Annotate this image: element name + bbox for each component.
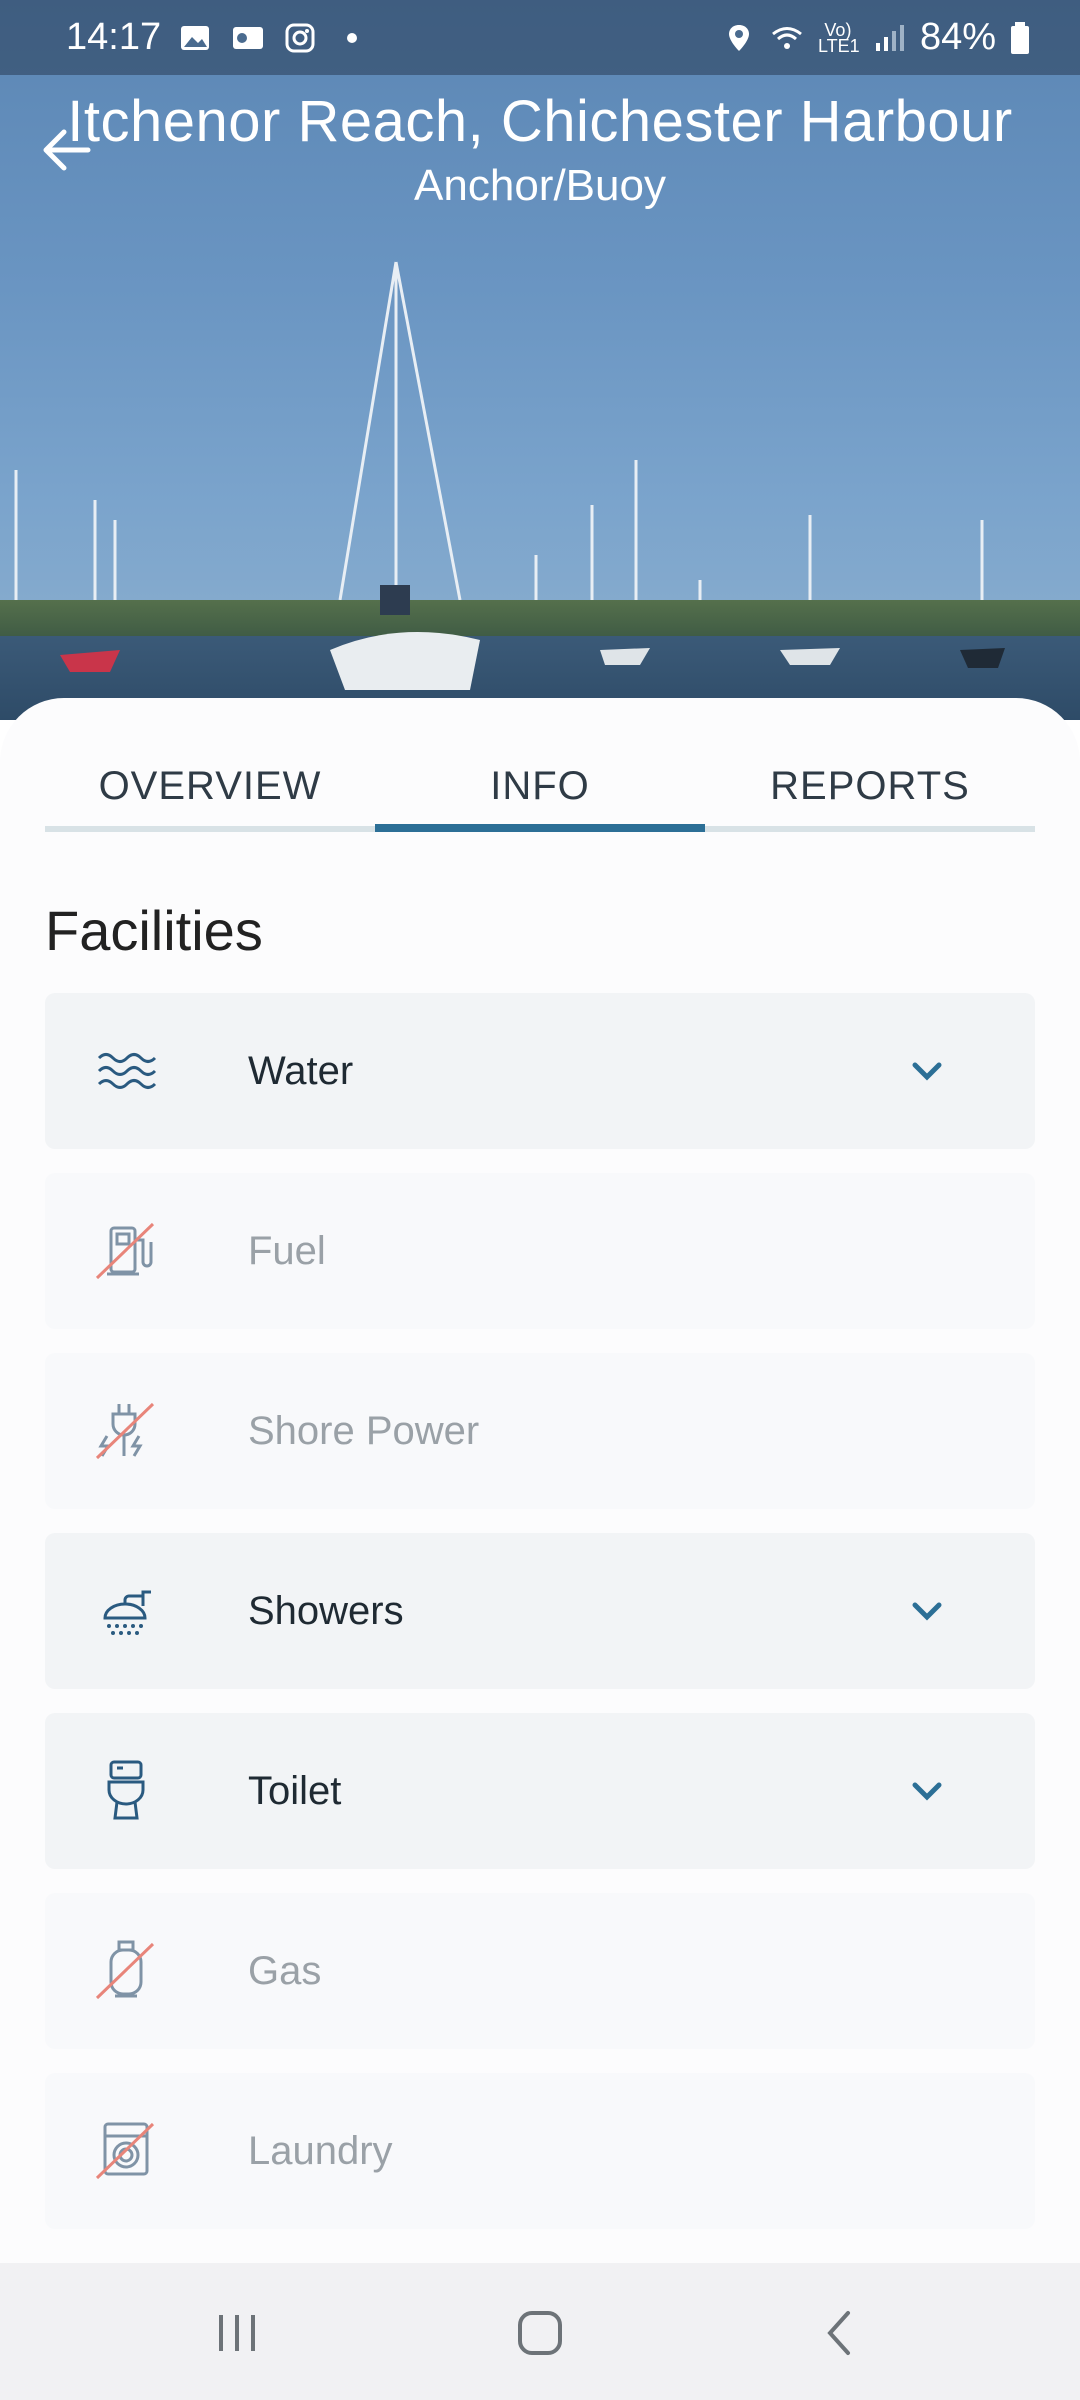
instagram-icon [285,23,315,52]
status-bar: 14:17 Vo) LTE1 84% [0,0,1080,75]
facility-shore-power: Shore Power [45,1353,1035,1509]
battery-icon [1011,21,1029,54]
home-icon[interactable] [510,2303,570,2363]
recent-apps-icon[interactable] [207,2303,267,2363]
dot-icon [347,32,358,43]
shore-power-icon [95,1402,155,1460]
facility-label: Water [248,1048,354,1093]
section-title: Facilities [45,899,263,962]
battery-percent: 84% [919,16,996,58]
facilities-list: Water Fuel Shore Power Showers Toilet Ga… [45,993,1035,2253]
location-type: Anchor/Buoy [414,161,666,210]
signal-icon [875,24,904,51]
network-type: Vo) LTE1 [817,19,860,56]
facility-laundry: Laundry [45,2073,1035,2229]
tab-reports[interactable]: REPORTS [705,728,1035,832]
facility-label: Gas [248,1948,322,1993]
outlook-icon [233,26,264,49]
facility-toilet[interactable]: Toilet [45,1713,1035,1869]
facility-gas: Gas [45,1893,1035,2049]
chevron-down-icon[interactable] [907,1771,947,1811]
facility-label: Shore Power [248,1408,480,1453]
facility-label: Fuel [248,1228,326,1273]
facility-fuel: Fuel [45,1173,1035,1329]
system-nav-bar [0,2263,1080,2400]
location-title: Itchenor Reach, Chichester Harbour [67,89,1013,154]
back-nav-icon[interactable] [810,2303,870,2363]
tab-overview[interactable]: OVERVIEW [45,728,375,832]
image-icon [181,25,210,50]
shower-icon [103,1590,151,1635]
facility-label: Toilet [248,1768,342,1813]
page-header: Itchenor Reach, Chichester Harbour Ancho… [0,88,1080,211]
facility-showers[interactable]: Showers [45,1533,1035,1689]
chevron-down-icon[interactable] [907,1591,947,1631]
tab-bar: OVERVIEW INFO REPORTS [45,728,1035,832]
tab-info[interactable]: INFO [375,728,705,832]
wifi-icon [772,26,802,49]
water-icon [97,1053,157,1089]
facility-water[interactable]: Water [45,993,1035,1149]
facility-label: Showers [248,1588,404,1633]
fuel-pump-icon [95,1222,155,1280]
location-icon [728,24,749,51]
clock: 14:17 [66,16,162,58]
content-panel: OVERVIEW INFO REPORTS Facilities Water F… [0,698,1080,2263]
gas-bottle-icon [95,1940,155,2000]
washing-machine-icon [95,2122,155,2180]
facility-label: Laundry [248,2128,393,2173]
chevron-down-icon[interactable] [907,1051,947,1091]
toilet-icon [107,1760,145,1820]
